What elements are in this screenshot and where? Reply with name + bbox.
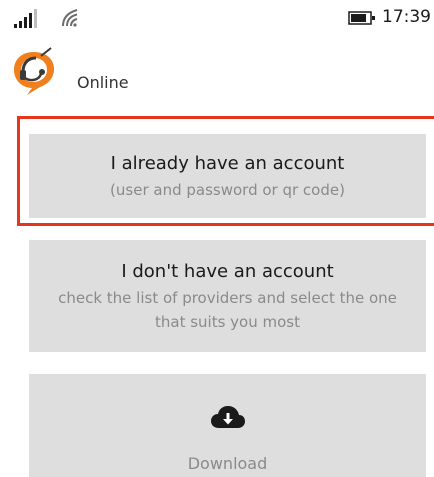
- new-account-title: I don't have an account: [121, 260, 334, 282]
- signal-icon: [14, 9, 37, 28]
- existing-account-button[interactable]: I already have an account (user and pass…: [29, 134, 426, 218]
- headset-logo-icon: [14, 47, 54, 95]
- existing-account-subtitle: (user and password or qr code): [110, 180, 345, 199]
- download-button[interactable]: Download: [29, 374, 426, 477]
- cloud-download-icon: [210, 406, 245, 428]
- app-screen: 17:39 Online I already have an account (…: [0, 0, 434, 477]
- status-bar: 17:39: [0, 0, 434, 34]
- new-account-subtitle: check the list of providers and select t…: [58, 288, 397, 331]
- download-label: Download: [187, 454, 268, 473]
- wifi-icon: [62, 9, 78, 27]
- new-account-button[interactable]: I don't have an account check the list o…: [29, 240, 426, 352]
- connection-status: Online: [77, 73, 129, 92]
- existing-account-title: I already have an account: [110, 152, 345, 174]
- clock: 17:39: [382, 7, 431, 27]
- battery-icon: [348, 11, 375, 25]
